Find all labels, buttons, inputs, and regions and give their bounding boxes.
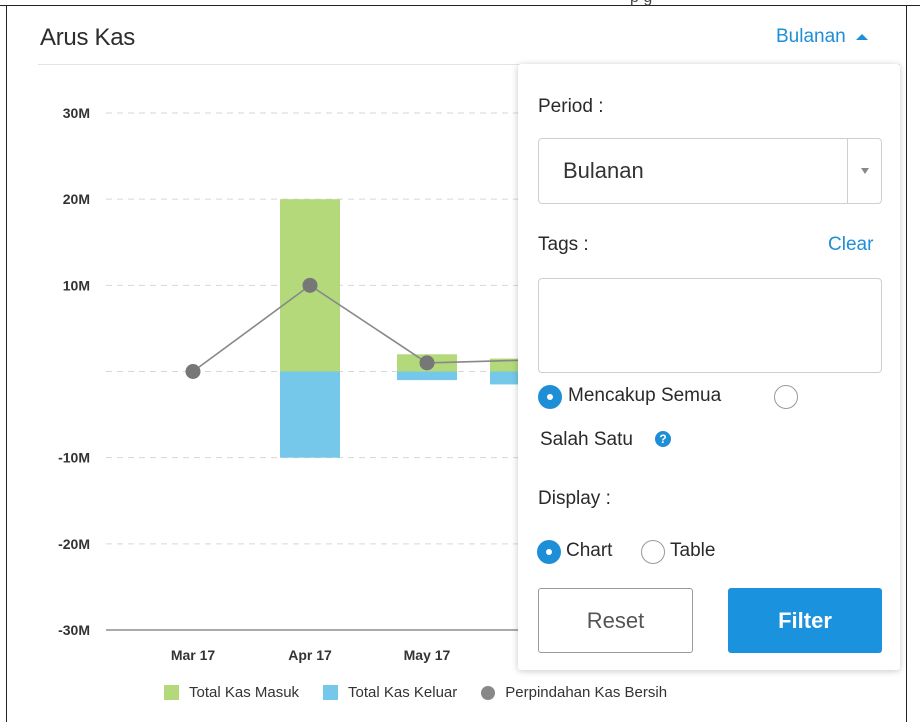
period-select-value: Bulanan bbox=[563, 158, 644, 183]
radio-match-all-label[interactable]: Mencakup Semua bbox=[568, 385, 721, 407]
legend-swatch-inflow bbox=[164, 685, 179, 700]
chevron-down-icon[interactable] bbox=[861, 168, 869, 174]
radio-match-all[interactable] bbox=[538, 385, 562, 409]
help-icon[interactable]: ? bbox=[655, 431, 671, 447]
filter-panel: Period : Bulanan Tags : Clear Mencakup S… bbox=[518, 64, 900, 670]
net-cash-point-apr-17 bbox=[302, 277, 318, 293]
y-tick-label: -10M bbox=[58, 450, 90, 466]
legend-label-net: Perpindahan Kas Bersih bbox=[505, 684, 668, 701]
legend-label-inflow: Total Kas Masuk bbox=[189, 684, 300, 701]
bars bbox=[280, 199, 550, 458]
tags-label: Tags : bbox=[538, 234, 589, 255]
y-axis-labels: 30M 20M 10M -10M -20M -30M bbox=[58, 105, 90, 638]
period-label: Period : bbox=[538, 96, 604, 117]
y-tick-label: 10M bbox=[63, 277, 90, 293]
reset-button[interactable]: Reset bbox=[538, 588, 693, 653]
x-axis-labels: Mar 17 Apr 17 May 17 bbox=[171, 647, 451, 663]
y-tick-label: 30M bbox=[63, 105, 90, 121]
y-tick-label: 20M bbox=[63, 191, 90, 207]
x-tick-label: May 17 bbox=[404, 647, 451, 663]
bar-outflow-may-17 bbox=[397, 371, 457, 381]
select-divider bbox=[847, 139, 848, 203]
clear-tags-link[interactable]: Clear bbox=[828, 234, 873, 256]
legend-item-outflow[interactable]: Total Kas Keluar bbox=[323, 684, 457, 701]
display-label: Display : bbox=[538, 488, 611, 509]
radio-display-table[interactable] bbox=[641, 540, 665, 564]
tags-input[interactable] bbox=[538, 278, 882, 373]
y-tick-label: -20M bbox=[58, 536, 90, 552]
radio-match-any-label[interactable]: Salah Satu bbox=[540, 429, 633, 451]
period-select[interactable]: Bulanan bbox=[538, 138, 882, 204]
y-tick-label: -30M bbox=[58, 622, 90, 638]
filter-button[interactable]: Filter bbox=[728, 588, 882, 653]
radio-match-any[interactable] bbox=[774, 385, 798, 409]
radio-display-table-label[interactable]: Table bbox=[670, 540, 715, 562]
bar-outflow-apr-17 bbox=[280, 371, 340, 458]
net-cash-point-may-17 bbox=[419, 355, 435, 371]
x-tick-label: Mar 17 bbox=[171, 647, 216, 663]
net-cash-point-mar-17 bbox=[185, 364, 201, 379]
chart-legend: Total Kas Masuk Total Kas Keluar Perpind… bbox=[164, 684, 691, 701]
legend-swatch-outflow bbox=[323, 685, 339, 700]
net-cash-polyline bbox=[192, 284, 521, 373]
legend-dot-net bbox=[481, 685, 496, 700]
x-tick-label: Apr 17 bbox=[288, 647, 332, 663]
radio-display-chart[interactable] bbox=[537, 540, 561, 564]
legend-item-net[interactable]: Perpindahan Kas Bersih bbox=[481, 684, 667, 701]
legend-label-outflow: Total Kas Keluar bbox=[348, 684, 458, 701]
radio-display-chart-label[interactable]: Chart bbox=[566, 540, 612, 562]
legend-item-inflow[interactable]: Total Kas Masuk bbox=[164, 684, 299, 701]
net-cash-line bbox=[185, 277, 521, 379]
